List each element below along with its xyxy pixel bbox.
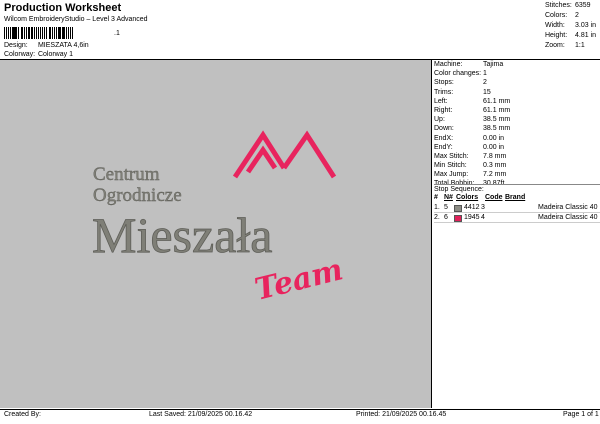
footer-divider [0, 409, 600, 410]
col-index: # [434, 194, 438, 201]
stat-value: 2 [575, 12, 579, 19]
stop-count: 3 [481, 204, 485, 211]
col-brand: Brand [505, 194, 526, 201]
machine-info-row: Color changes: 1 [434, 69, 598, 78]
color-swatch [454, 204, 462, 212]
info-label: EndY: [434, 143, 453, 151]
info-label: Left: [434, 97, 448, 105]
created-by: Created By: [4, 411, 41, 418]
info-value: 38.5 mm [483, 125, 511, 133]
worksheet-title: Production Worksheet [4, 2, 122, 14]
colorway-value: Colorway 1 [37, 51, 73, 58]
machine-info-row: Machine: Tajima [434, 60, 598, 69]
info-label: Color changes: [434, 70, 482, 78]
info-label: Max Stitch: [434, 152, 469, 160]
info-value: 0.00 in [483, 134, 505, 142]
machine-info-row: Max Stitch: 7.8 mm [434, 152, 598, 161]
design-label: Design: [4, 42, 28, 49]
machine-info-row: Max Jump: 7.2 mm [434, 170, 598, 179]
thread-code: 1945 [464, 214, 480, 221]
machine-info-row: EndX: 0.00 in [434, 134, 598, 143]
stop-sequence-row: 2. 6 1945 4 Madeira Classic 40 [434, 213, 600, 223]
stat-value: 1:1 [575, 42, 585, 49]
info-value: 61.1 mm [483, 97, 511, 105]
design-line-ogrodnicze: Ogrodnicze [93, 185, 182, 206]
info-value: 1 [483, 70, 487, 78]
barcode-gap [73, 27, 74, 39]
stop-needle: 6 [444, 214, 448, 221]
info-label: Min Stitch: [434, 162, 467, 170]
stat-value: 4.81 in [575, 32, 597, 39]
barcode [4, 27, 112, 39]
info-value: 61.1 mm [483, 106, 511, 114]
machine-info-row: Down: 38.5 mm [434, 124, 598, 133]
colorway-label: Colorway: [4, 51, 36, 58]
stat-value: 3.03 in [575, 22, 597, 29]
stat-label: Stitches: [545, 2, 572, 9]
info-value: 2 [483, 79, 487, 87]
stat-label: Width: [545, 22, 565, 29]
machine-info-row: Trims: 15 [434, 88, 598, 97]
mountain-peak-right [281, 130, 337, 179]
info-label: Stops: [434, 79, 454, 87]
stop-count: 4 [481, 214, 485, 221]
machine-info-row: Left: 61.1 mm [434, 97, 598, 106]
stop-sequence-title: Stop Sequence: [434, 184, 600, 193]
design-stats: Stitches: 6359 Colors: 2 Width: 3.03 in Hei… [545, 1, 598, 51]
stat-label: Height: [545, 32, 568, 39]
machine-info-row: Right: 61.1 mm [434, 106, 598, 115]
stop-index: 2. [434, 214, 440, 221]
design-line-centrum: Centrum [93, 164, 160, 185]
info-value: 0.3 mm [483, 162, 507, 170]
printed-date: Printed: 21/09/2025 00.16.45 [356, 411, 447, 418]
stat-label: Colors: [545, 12, 568, 19]
info-label: Up: [434, 116, 445, 124]
last-saved: Last Saved: 21/09/2025 00.16.42 [149, 411, 253, 418]
info-value: 7.8 mm [483, 152, 507, 160]
design-value: MIESZATA 4,6in [37, 42, 89, 49]
stat-label: Zoom: [545, 42, 565, 49]
design-row: Design: MIESZATA 4,6in [4, 42, 89, 49]
col-n: N# [444, 194, 453, 201]
stop-sequence-row: 1. 5 4412 3 Madeira Classic 40 [434, 203, 600, 213]
machine-info-row: Min Stitch: 0.3 mm [434, 161, 598, 170]
info-label: Right: [434, 106, 453, 114]
stop-sequence-header: # N# Colors Code Brand [434, 193, 600, 202]
page-number: Page 1 of 1 [563, 411, 599, 418]
stat-row: Width: 3.03 in [545, 21, 598, 31]
machine-info-row: EndY: 0.00 in [434, 143, 598, 152]
col-colors: Colors [456, 194, 479, 201]
machine-info-panel: Machine: Tajima Color changes: 1 Stops: 2 Trim… [434, 60, 598, 189]
stat-value: 6359 [575, 2, 591, 9]
thread-code: 4412 [464, 204, 480, 211]
info-label: Machine: [434, 61, 463, 68]
stat-row: Stitches: 6359 [545, 1, 598, 11]
stop-needle: 5 [444, 204, 448, 211]
thread-brand: Madeira Classic 40 [538, 214, 598, 221]
colorway-row: Colorway: Colorway 1 [4, 51, 73, 58]
thread-brand: Madeira Classic 40 [538, 204, 598, 211]
info-value: Tajima [483, 61, 504, 68]
info-label: Down: [434, 125, 454, 133]
info-label: EndX: [434, 134, 454, 142]
col-code: Code [485, 194, 503, 201]
barcode-text: .1 [114, 30, 120, 37]
software-name: Wilcom EmbroideryStudio – Level 3 Advanc… [4, 16, 148, 23]
info-value: 0.00 in [483, 143, 505, 151]
info-value: 7.2 mm [483, 171, 507, 179]
color-swatch [454, 214, 462, 222]
info-label: Trims: [434, 88, 454, 96]
stat-row: Colors: 2 [545, 11, 598, 21]
info-value: 38.5 mm [483, 116, 511, 124]
info-value: 15 [483, 88, 491, 96]
machine-info-row: Stops: 2 [434, 78, 598, 87]
machine-info-row: Up: 38.5 mm [434, 115, 598, 124]
info-label: Max Jump: [434, 171, 469, 179]
stop-index: 1. [434, 204, 440, 211]
embroidery-design: Centrum Ogrodnicze Mieszała Team [92, 130, 346, 308]
stat-row: Zoom: 1:1 [545, 41, 598, 51]
design-main-word: Mieszała [92, 207, 272, 263]
stat-row: Height: 4.81 in [545, 31, 598, 41]
mountain-logo-icon [232, 130, 337, 179]
